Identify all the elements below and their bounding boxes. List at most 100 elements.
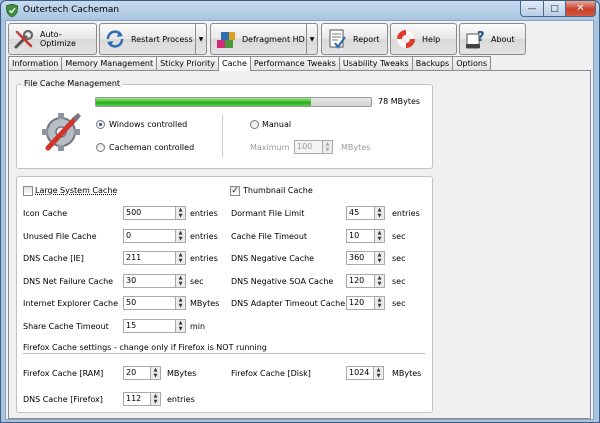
left-setting-stepper[interactable]: 211 ▲ ▼: [123, 251, 186, 265]
toolbar: Auto-Optimize Restart Process ▼ Defragme…: [6, 21, 593, 57]
file-cache-title: File Cache Management: [22, 79, 123, 88]
thumbnail-cache-checkbox[interactable]: ✓: [230, 186, 240, 196]
title-bar[interactable]: Outertech Cacheman — □ ✕: [1, 1, 599, 20]
spin-down-icon[interactable]: ▼: [176, 236, 185, 242]
restart-process-button[interactable]: Restart Process: [99, 23, 196, 55]
report-document-icon: [329, 29, 346, 49]
spin-down-icon[interactable]: ▼: [323, 147, 332, 153]
right-setting-unit: sec: [392, 254, 406, 263]
right-setting-stepper[interactable]: 120 ▲ ▼: [346, 273, 385, 288]
left-setting-unit: min: [190, 321, 206, 331]
cacheman-controlled-label[interactable]: Cacheman controlled: [109, 143, 194, 152]
right-setting-unit: entries: [392, 209, 420, 218]
spin-down-icon[interactable]: ▼: [176, 326, 185, 332]
left-setting-label: Unused File Cache: [23, 231, 97, 241]
large-system-cache-checkbox[interactable]: [23, 186, 33, 196]
auto-optimize-button[interactable]: Auto-Optimize: [8, 23, 97, 55]
maximum-value[interactable]: 100: [294, 140, 323, 154]
right-setting-label: Dormant File Limit: [231, 209, 305, 218]
left-setting-stepper[interactable]: 0 ▲ ▼: [123, 228, 186, 243]
tab-memory-management[interactable]: Memory Management: [61, 56, 158, 70]
spin-down-icon[interactable]: ▼: [375, 281, 384, 287]
setting-value[interactable]: 45: [346, 206, 375, 220]
maximum-stepper[interactable]: 100 ▲ ▼: [294, 140, 333, 154]
spin-down-icon[interactable]: ▼: [176, 303, 185, 309]
windows-controlled-radio[interactable]: [96, 120, 105, 129]
setting-value[interactable]: 120: [346, 296, 375, 310]
maximize-button[interactable]: □: [543, 1, 566, 17]
windows-controlled-label[interactable]: Windows controlled: [109, 120, 187, 129]
setting-value[interactable]: 0: [123, 228, 176, 243]
help-label: Help: [422, 34, 441, 44]
right-setting-unit: sec: [392, 231, 406, 241]
setting-value[interactable]: 120: [346, 273, 375, 288]
firefox-ram-value[interactable]: 20: [123, 366, 151, 380]
spin-down-icon[interactable]: ▼: [375, 236, 384, 242]
close-button[interactable]: ✕: [565, 1, 596, 17]
tab-sticky-priority[interactable]: Sticky Priority: [156, 56, 220, 70]
spin-down-icon[interactable]: ▼: [151, 373, 160, 379]
right-setting-stepper[interactable]: 45 ▲ ▼: [346, 206, 385, 220]
cache-tab-panel: File Cache Management 78 MBytes Windows: [8, 70, 591, 419]
cacheman-controlled-radio[interactable]: [96, 143, 105, 152]
right-setting-stepper[interactable]: 10 ▲ ▼: [346, 228, 385, 243]
setting-value[interactable]: 211: [123, 251, 176, 265]
left-setting-stepper[interactable]: 50 ▲ ▼: [123, 296, 186, 310]
setting-value[interactable]: 360: [346, 251, 375, 265]
report-button[interactable]: Report: [321, 23, 388, 55]
spin-down-icon[interactable]: ▼: [375, 213, 384, 219]
setting-value[interactable]: 15: [123, 318, 176, 333]
right-setting-unit: sec: [392, 276, 406, 286]
tab-usability-tweaks[interactable]: Usability Tweaks: [338, 56, 413, 70]
setting-value[interactable]: 50: [123, 296, 176, 310]
firefox-ram-stepper[interactable]: 20 ▲ ▼: [123, 366, 161, 380]
spin-down-icon[interactable]: ▼: [375, 303, 384, 309]
defragment-hd-button[interactable]: Defragment HD: [210, 23, 307, 55]
left-setting-unit: entries: [190, 209, 218, 218]
spin-down-icon[interactable]: ▼: [151, 399, 160, 405]
restart-arrows-icon: [106, 30, 124, 48]
spin-down-icon[interactable]: ▼: [176, 213, 185, 219]
cacheman-shield-icon: [6, 4, 18, 17]
right-setting-stepper[interactable]: 120 ▲ ▼: [346, 296, 385, 310]
about-button[interactable]: ? About: [459, 23, 526, 55]
defragment-hd-dropdown[interactable]: ▼: [306, 23, 318, 55]
firefox-dns-stepper[interactable]: 112 ▲ ▼: [123, 392, 161, 406]
setting-value[interactable]: 500: [123, 206, 176, 220]
right-setting-label: DNS Adapter Timeout Cache: [231, 299, 346, 308]
about-question-icon: ?: [466, 30, 485, 49]
tab-information[interactable]: Information: [8, 56, 63, 70]
tab-options[interactable]: Options: [452, 56, 492, 70]
restart-process-dropdown[interactable]: ▼: [195, 23, 207, 55]
left-setting-stepper[interactable]: 30 ▲ ▼: [123, 273, 186, 288]
right-setting-stepper[interactable]: 360 ▲ ▼: [346, 251, 385, 265]
window-title: Outertech Cacheman: [23, 5, 120, 15]
firefox-dns-label: DNS Cache [Firefox]: [23, 395, 103, 404]
large-system-cache-label[interactable]: Large System Cache: [35, 186, 117, 195]
spin-down-icon[interactable]: ▼: [176, 258, 185, 264]
spin-down-icon[interactable]: ▼: [374, 373, 383, 379]
left-setting-stepper[interactable]: 500 ▲ ▼: [123, 206, 186, 220]
tab-backups[interactable]: Backups: [411, 56, 454, 70]
left-setting-stepper[interactable]: 15 ▲ ▼: [123, 318, 186, 333]
spin-down-icon[interactable]: ▼: [375, 258, 384, 264]
firefox-disk-value[interactable]: 1024: [346, 366, 374, 380]
help-button[interactable]: Help: [390, 23, 457, 55]
setting-value[interactable]: 30: [123, 273, 176, 288]
cache-settings-group: Large System Cache ✓ Thumbnail Cache Ico…: [16, 176, 433, 413]
left-setting-unit: sec: [190, 276, 204, 286]
tab-cache[interactable]: Cache: [218, 56, 251, 71]
about-label: About: [491, 34, 515, 44]
thumbnail-cache-label[interactable]: Thumbnail Cache: [243, 186, 313, 195]
spin-down-icon[interactable]: ▼: [176, 281, 185, 287]
manual-radio[interactable]: [250, 120, 259, 129]
firefox-disk-stepper[interactable]: 1024 ▲ ▼: [346, 366, 384, 380]
setting-value[interactable]: 10: [346, 228, 375, 243]
firefox-disk-label: Firefox Cache [Disk]: [231, 369, 311, 378]
tab-performance-tweaks[interactable]: Performance Tweaks: [249, 56, 340, 70]
minimize-button[interactable]: —: [520, 1, 544, 17]
restart-process-label: Restart Process: [131, 34, 193, 44]
firefox-dns-value[interactable]: 112: [123, 392, 151, 406]
manual-label[interactable]: Manual: [262, 120, 291, 129]
firefox-dns-unit: entries: [167, 395, 195, 404]
